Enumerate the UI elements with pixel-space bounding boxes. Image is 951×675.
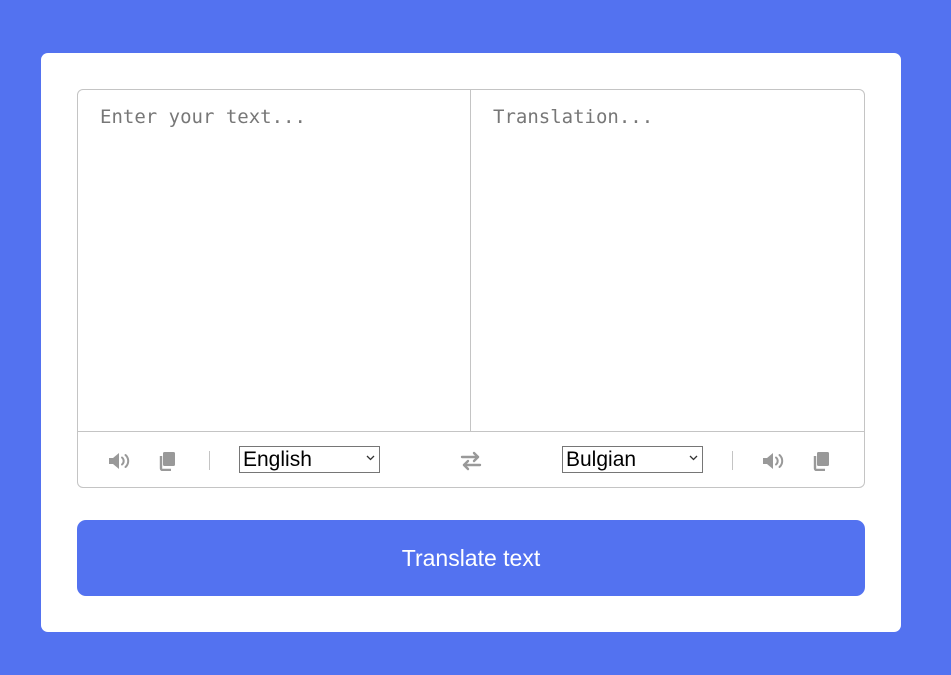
volume-icon[interactable] — [108, 450, 134, 472]
copy-icon[interactable] — [154, 450, 180, 472]
copy-icon[interactable] — [808, 450, 834, 472]
source-language-select[interactable]: English — [239, 446, 380, 473]
target-language-select[interactable]: Bulgian — [562, 446, 703, 473]
translation-panel: English Bulgian — [77, 89, 865, 488]
volume-icon[interactable] — [762, 450, 788, 472]
source-language-select-wrap: English — [239, 446, 380, 473]
controls-divider — [209, 451, 210, 470]
target-language-select-wrap: Bulgian — [562, 446, 703, 473]
translator-card: English Bulgian — [41, 53, 901, 632]
source-text-input[interactable] — [78, 90, 471, 431]
controls-divider — [732, 451, 733, 470]
exchange-icon[interactable] — [458, 450, 484, 472]
translate-button[interactable]: Translate text — [77, 520, 865, 596]
text-areas — [78, 90, 864, 432]
translation-output[interactable] — [471, 90, 864, 431]
controls-bar: English Bulgian — [78, 432, 864, 487]
